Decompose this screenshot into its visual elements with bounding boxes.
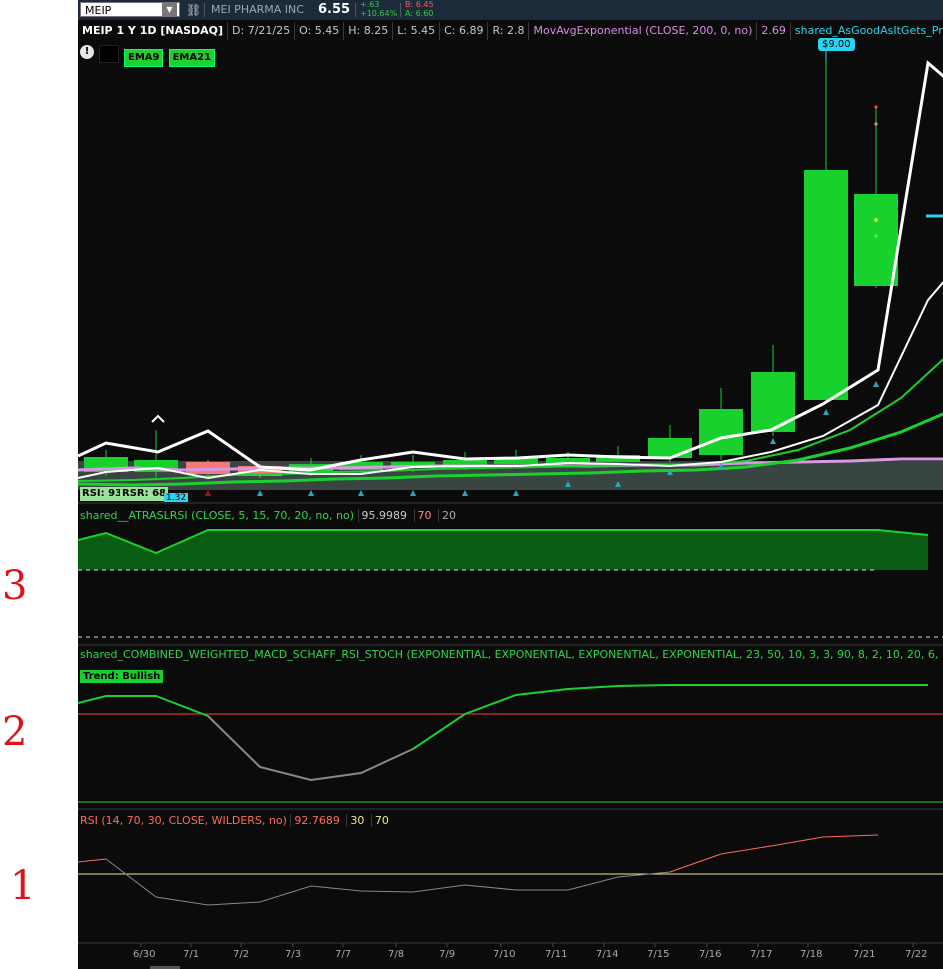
signal-arrow [823,409,829,415]
x-axis-label: 7/9 [439,949,456,960]
high-price-bubble: $9.00 [818,38,855,51]
x-axis [140,943,914,947]
x-axis-label: 7/11 [545,949,568,960]
combo-line-bear [207,715,414,782]
candle-body [804,170,848,400]
signal-arrow [873,381,879,387]
rsi-overbought: 70 [370,814,392,827]
x-axis-label: 7/1 [183,949,200,960]
price-dot [874,122,878,126]
annotation-2: 2 [2,709,28,755]
signal-arrow [513,490,519,496]
x-axis-label: 7/16 [699,949,722,960]
atr-upper: 70 [413,509,435,522]
x-axis-label: 7/14 [596,949,619,960]
price-dot [874,218,878,222]
price-dot [874,234,878,238]
candles [84,50,898,478]
atr-area [78,530,928,570]
rsi-study-label[interactable]: RSI (14, 70, 30, CLOSE, WILDERS, no) [80,814,287,827]
signal-arrow [205,490,211,496]
x-axis-label: 7/18 [800,949,823,960]
signal-arrow [358,490,364,496]
rsi-tag: RSI: 93 [80,487,125,501]
rsi-line-red-1 [78,858,107,863]
trend-badge: Trend: Bullish [80,670,164,683]
x-axis-label: 7/10 [493,949,516,960]
chart-window: MEIP ▼ ⛓ MEI PHARMA INC 6.55 +.63 +10.64… [78,0,943,969]
combo-study-label[interactable]: shared_COMBINED_WEIGHTED_MACD_SCHAFF_RSI… [80,647,941,663]
rsi-value: 92.7689 [290,814,343,827]
rsi-line-red-2 [669,834,879,873]
signal-arrow [462,490,468,496]
signal-arrow [770,438,776,444]
combo-line-bull-2 [412,684,928,750]
candle-body [854,194,898,286]
combo-line-bull-1 [78,695,209,717]
rsi-oversold: 30 [346,814,368,827]
annotation-3: 3 [2,563,28,609]
candle-body [699,409,743,455]
atr-value: 95.9989 [357,509,411,522]
rsi-line-gray [105,858,671,906]
low-bubble: 1.32 [164,493,189,502]
signal-arrow [257,490,263,496]
atr-lower: 20 [438,509,460,522]
high-dot [874,105,878,109]
annotation-1: 1 [10,863,36,909]
rsr-tag: RSR: 68 [120,487,168,501]
atr-study-label[interactable]: shared__ATRASLRSI (CLOSE, 5, 15, 70, 20,… [80,509,354,522]
x-axis-label: 6/30 [133,949,156,960]
x-axis-label: 7/21 [853,949,876,960]
x-axis-label: 7/7 [335,949,352,960]
x-axis-label: 7/15 [647,949,670,960]
x-axis-label: 7/17 [750,949,773,960]
signal-arrow [410,490,416,496]
caret-marker [151,414,165,423]
x-axis-label: 7/3 [285,949,302,960]
atr-study-header: shared__ATRASLRSI (CLOSE, 5, 15, 70, 20,… [80,508,460,524]
candle-body [751,372,795,432]
x-axis-label: 7/22 [905,949,928,960]
rsi-study-header: RSI (14, 70, 30, CLOSE, WILDERS, no) 92.… [80,813,392,829]
x-axis-label: 7/8 [388,949,405,960]
candle-body [648,438,692,458]
x-axis-label: 7/2 [233,949,250,960]
signal-arrow [308,490,314,496]
